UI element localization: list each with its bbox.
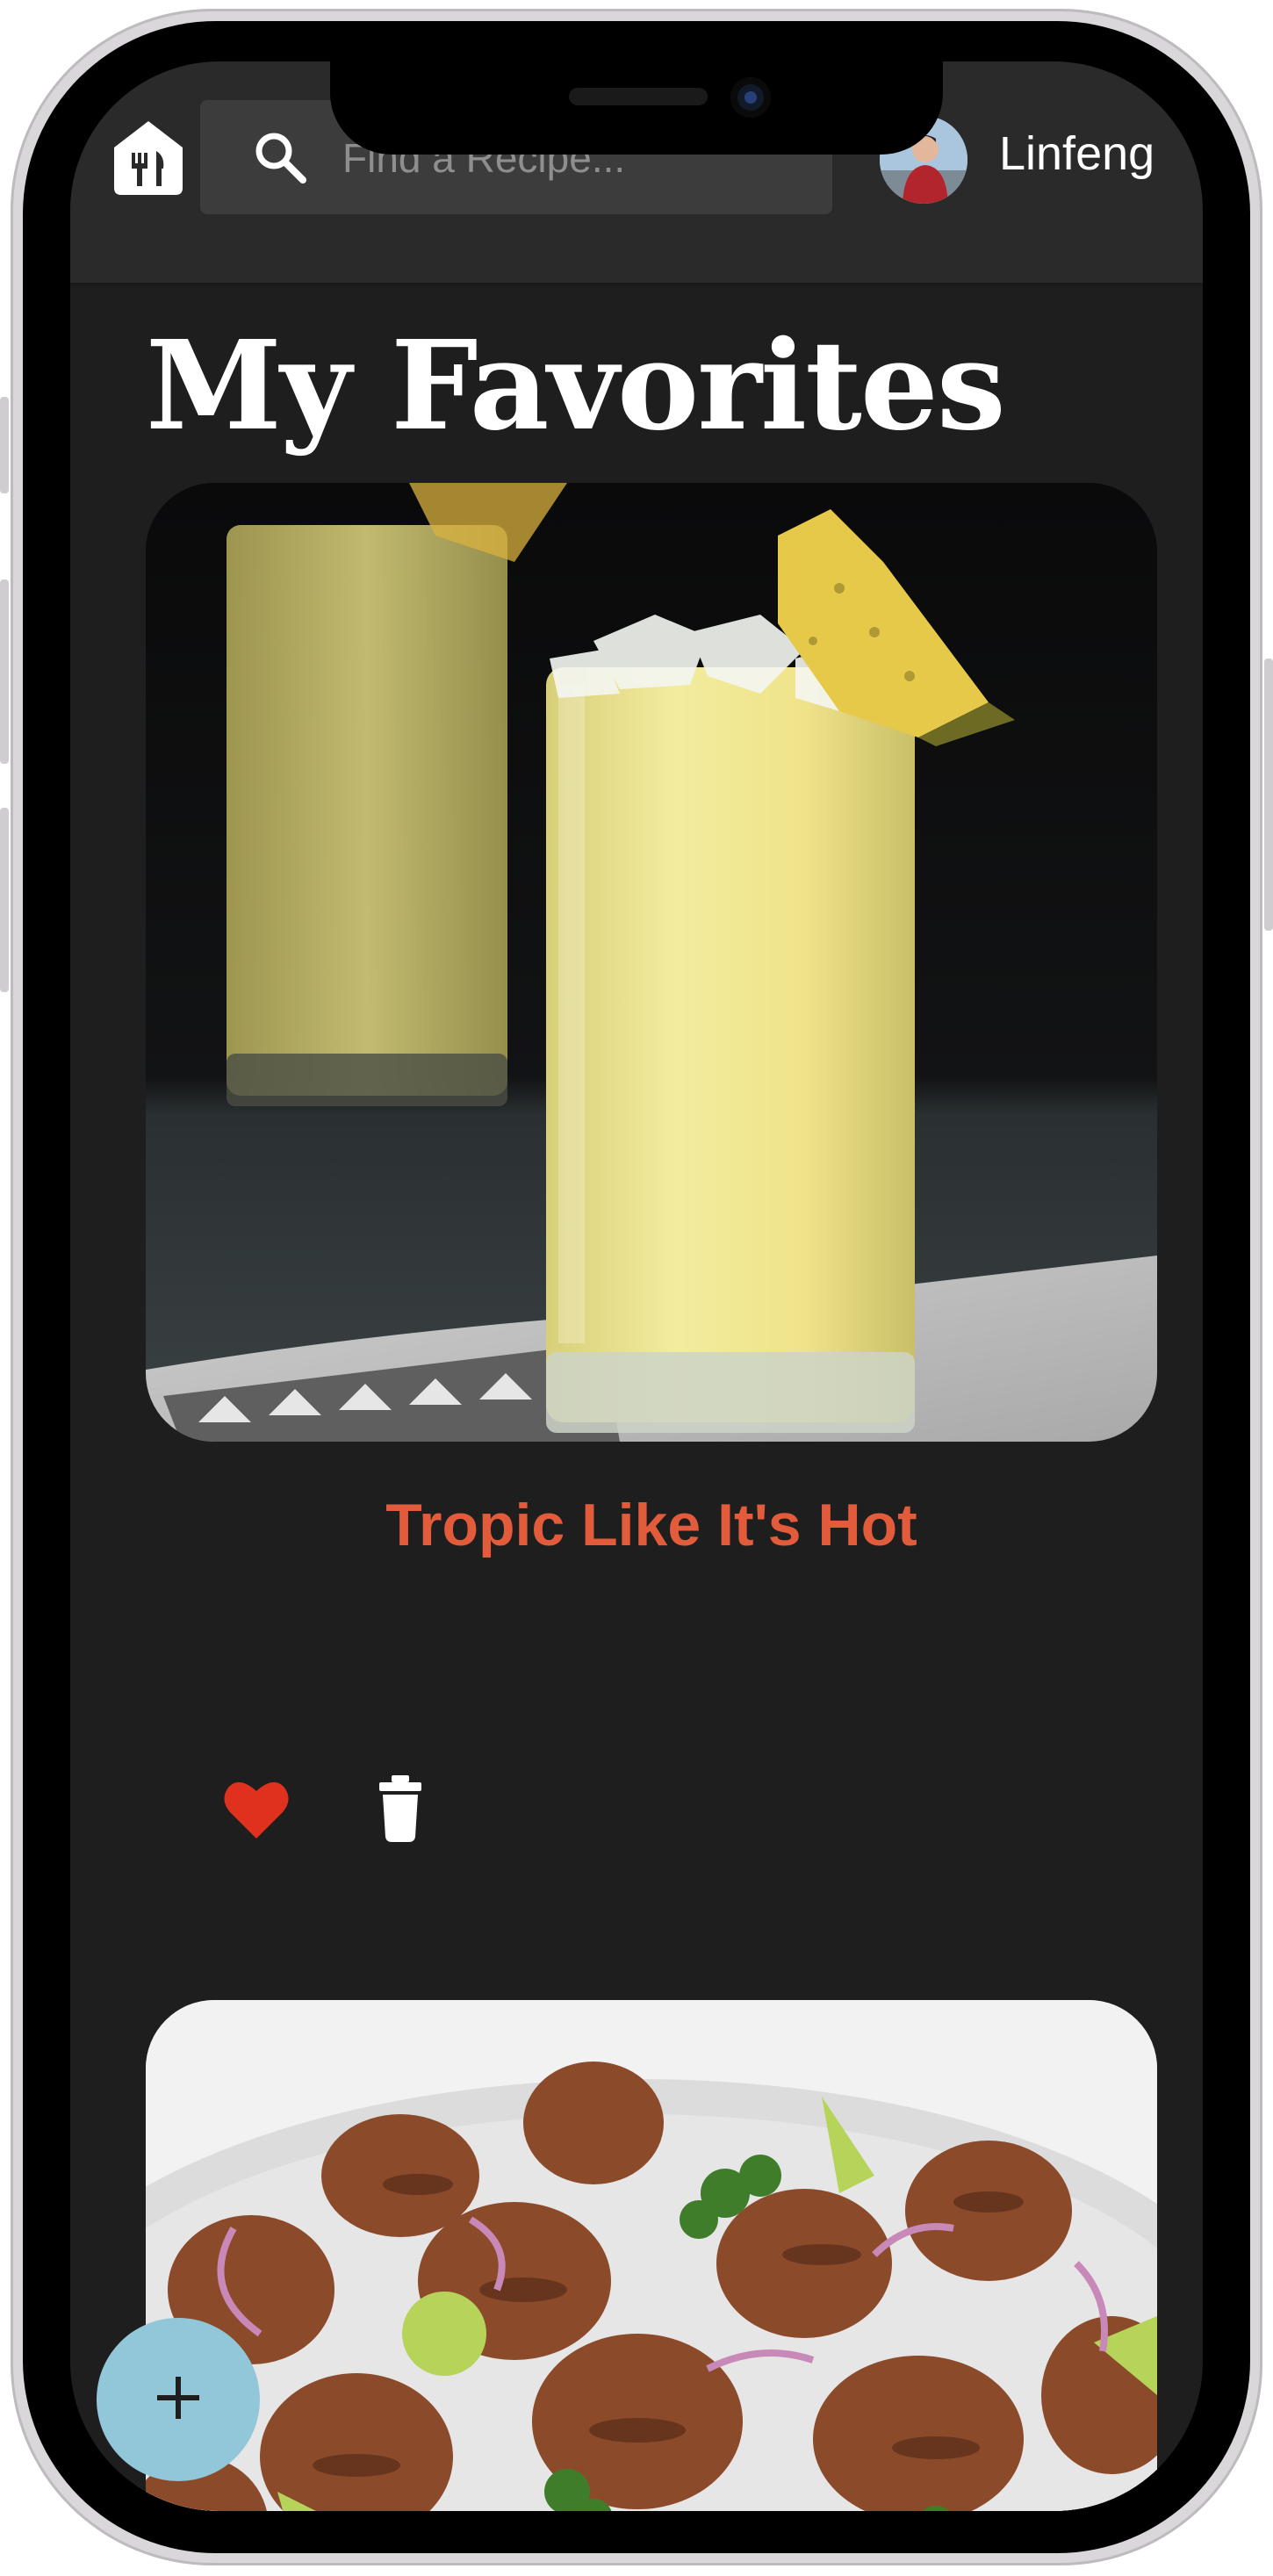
- power-button: [1264, 658, 1273, 931]
- trash-icon[interactable]: [365, 1774, 435, 1844]
- volume-up-button: [0, 579, 9, 764]
- search-icon: [253, 130, 307, 184]
- front-camera: [730, 77, 771, 118]
- recipe-image-pineapple-cocktail[interactable]: [146, 483, 1157, 1442]
- recipe-title[interactable]: Tropic Like It's Hot: [146, 1491, 1157, 1559]
- user-name[interactable]: Linfeng: [999, 126, 1154, 181]
- volume-down-button: [0, 808, 9, 992]
- earpiece-speaker: [569, 88, 708, 105]
- plus-icon: [152, 2371, 205, 2428]
- mute-switch: [0, 397, 9, 493]
- page-title: My Favorites: [146, 314, 1006, 458]
- app-screen: Linfeng My Favorites: [70, 61, 1203, 2511]
- add-recipe-button[interactable]: [97, 2318, 260, 2481]
- restaurant-home-icon[interactable]: [112, 119, 184, 197]
- recipe-image-grilled-chicken[interactable]: [146, 2000, 1157, 2511]
- device-notch: [330, 61, 943, 155]
- heart-icon[interactable]: [221, 1775, 291, 1846]
